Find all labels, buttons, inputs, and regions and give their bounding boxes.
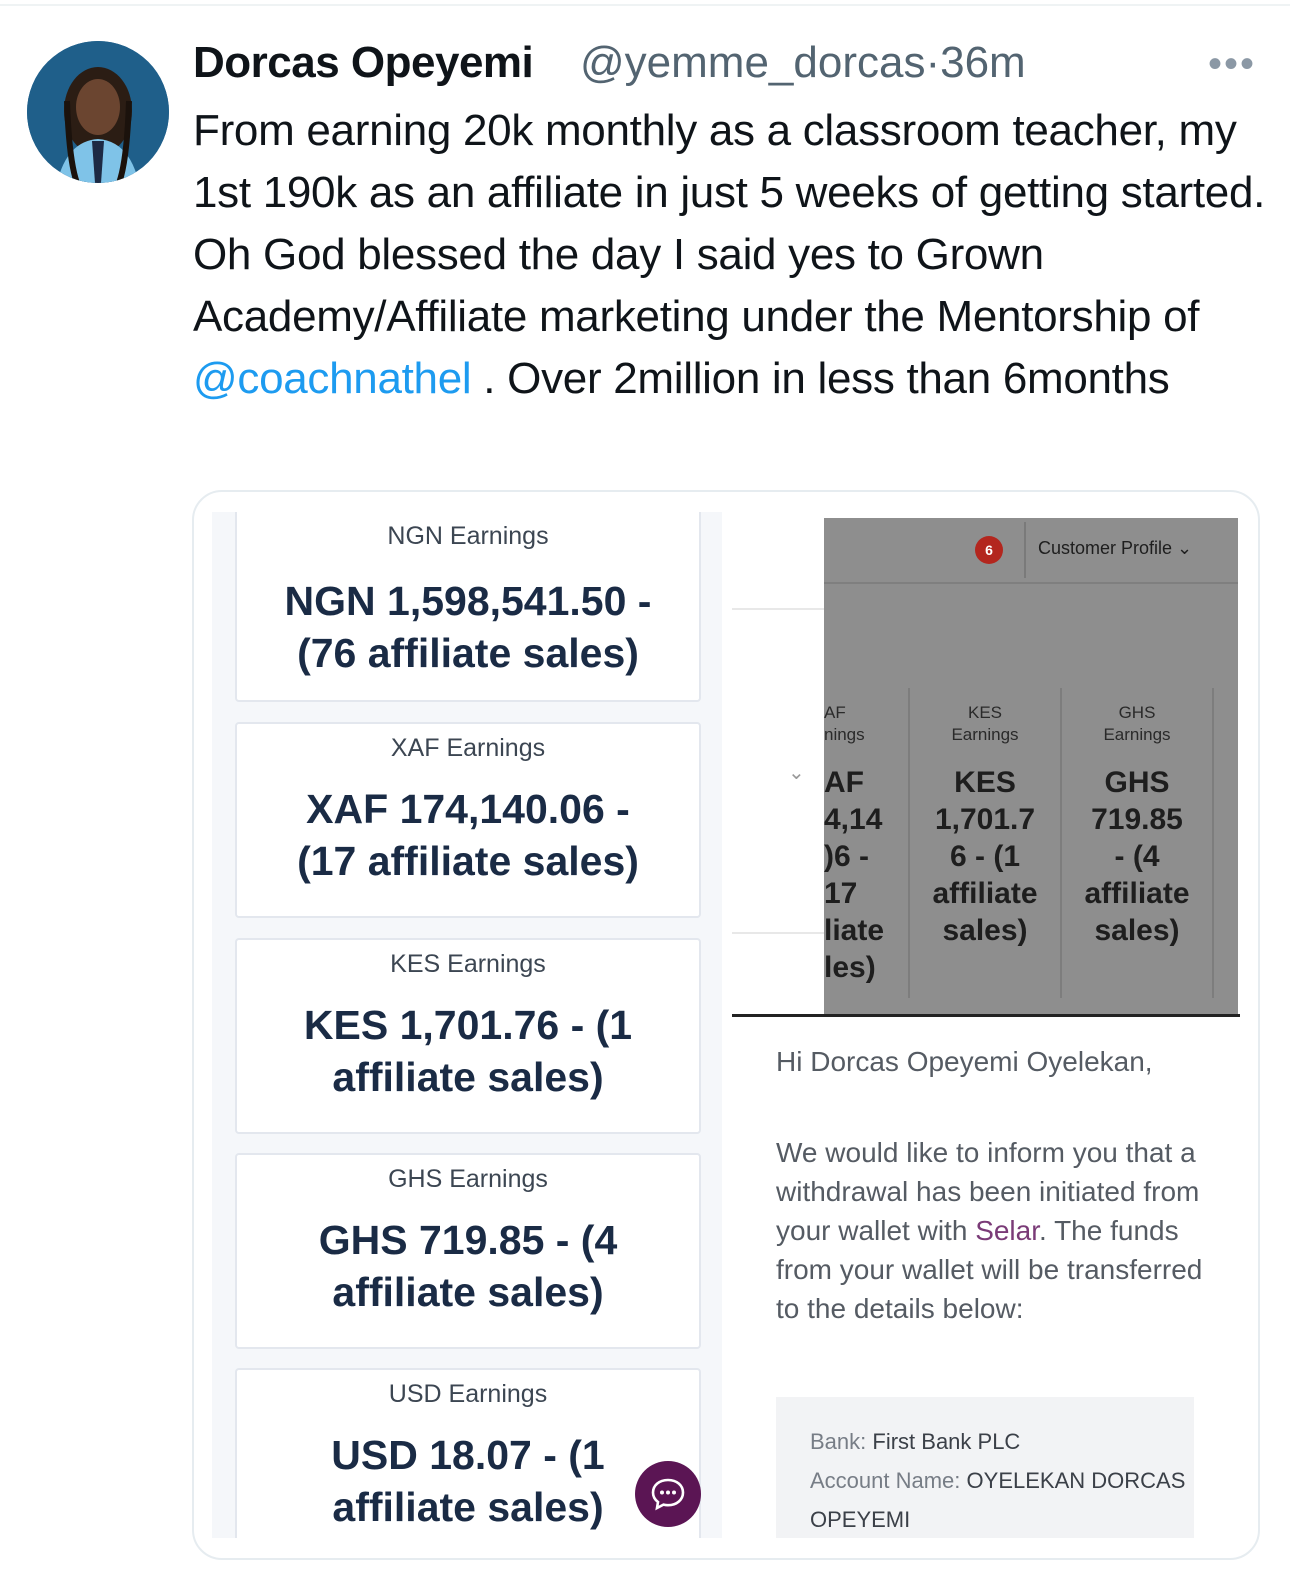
topbar-separator [1024, 522, 1026, 578]
earnings-card-label: KES Earnings [390, 950, 546, 978]
separator-dot: · [925, 38, 941, 87]
column-value-kes: KES 1,701.7 6 - (1 affiliate sales) [932, 766, 1038, 947]
tweet-text: From earning 20k monthly as a classroom … [193, 100, 1268, 410]
earnings-card-value: GHS 719.85 - (4 affiliate sales) [318, 1217, 618, 1315]
author-handle-time[interactable]: @yemme_dorcas·36m [580, 38, 1026, 88]
bank-label: Bank: [810, 1429, 867, 1454]
customer-profile-menu[interactable]: Customer Profile ⌄ [1038, 538, 1192, 559]
earnings-card-xaf: XAF Earnings XAF 174,140.06 - (17 affili… [235, 722, 701, 918]
dropdown-chevron-icon: ⌄ [788, 762, 805, 784]
bank-value: First Bank PLC [872, 1429, 1021, 1454]
tweet-text-part2: . Over 2million in less than 6months [471, 354, 1170, 403]
tweet-text-part1: From earning 20k monthly as a classroom … [193, 106, 1266, 341]
earnings-card-value: NGN 1,598,541.50 - (76 affiliate sales) [284, 578, 652, 676]
earnings-card-value: KES 1,701.76 - (1 affiliate sales) [303, 1002, 633, 1100]
earnings-card-ngn: NGN Earnings NGN 1,598,541.50 - (76 affi… [235, 512, 701, 702]
earnings-card-kes: KES Earnings KES 1,701.76 - (1 affiliate… [235, 938, 701, 1134]
earnings-card-label: GHS Earnings [388, 1165, 548, 1193]
earnings-card-label: NGN Earnings [387, 522, 549, 550]
top-divider [0, 4, 1290, 6]
bank-row: Bank: First Bank PLC [810, 1422, 1194, 1461]
earnings-screenshot: NGN Earnings NGN 1,598,541.50 - (76 affi… [212, 512, 722, 1538]
earnings-card-usd: USD Earnings USD 18.07 - (1 affiliate sa… [235, 1368, 701, 1538]
earnings-card-label: XAF Earnings [390, 734, 546, 762]
tweet-time[interactable]: 36m [940, 38, 1026, 87]
earnings-card-value: USD 18.07 - (1 affiliate sales) [331, 1432, 605, 1530]
earnings-card-value: XAF 174,140.06 - (17 affiliate sales) [297, 786, 639, 884]
email-greeting: Hi Dorcas Opeyemi Oyelekan, [776, 1046, 1153, 1077]
avatar-photo [27, 41, 169, 183]
selar-link[interactable]: Selar [975, 1215, 1039, 1246]
tweet-media[interactable]: NGN Earnings NGN 1,598,541.50 - (76 affi… [192, 490, 1260, 1560]
chat-button[interactable] [635, 1461, 701, 1527]
author-avatar[interactable] [27, 41, 169, 183]
author-name[interactable]: Dorcas Opeyemi [193, 38, 534, 88]
author-handle[interactable]: @yemme_dorcas [580, 38, 925, 87]
earnings-card-ghs: GHS Earnings GHS 719.85 - (4 affiliate s… [235, 1153, 701, 1349]
dash-divider-low [732, 932, 824, 934]
more-options-icon[interactable]: ••• [1208, 42, 1256, 87]
earnings-card-label: USD Earnings [388, 1380, 548, 1408]
dashboard-screenshot: ⌄ 6 Customer Profile ⌄ AF nings AF 4,14 … [732, 512, 1240, 1017]
dash-divider [732, 608, 824, 610]
column-divider [1212, 688, 1214, 998]
column-value-xaf: AF 4,14 )6 - 17 liate les) [824, 766, 885, 984]
account-label: Account Name: [810, 1468, 961, 1493]
column-header-xaf: AF nings [824, 703, 865, 744]
column-value-ghs: GHS 719.85 - (4 affiliate sales) [1084, 766, 1190, 947]
notification-badge[interactable]: 6 [975, 536, 1003, 564]
withdrawal-email: Hi Dorcas Opeyemi Oyelekan, We would lik… [776, 1042, 1206, 1328]
column-header-ghs: GHS Earnings [1103, 703, 1171, 744]
chat-bubble-icon [651, 1478, 685, 1511]
dashboard-and-email-screenshot: ⌄ 6 Customer Profile ⌄ AF nings AF 4,14 … [732, 512, 1240, 1538]
dashboard-topbar: 6 Customer Profile ⌄ [824, 518, 1238, 584]
email-body: We would like to inform you that a withd… [776, 1133, 1206, 1328]
column-header-kes: KES Earnings [951, 703, 1019, 744]
screenshot-divider [732, 1014, 1240, 1017]
mention-link[interactable]: @coachnathel [193, 354, 472, 403]
bank-details-box: Bank: First Bank PLC Account Name: OYELE… [776, 1397, 1194, 1538]
account-row: Account Name: OYELEKAN DORCAS OPEYEMI [810, 1461, 1194, 1538]
